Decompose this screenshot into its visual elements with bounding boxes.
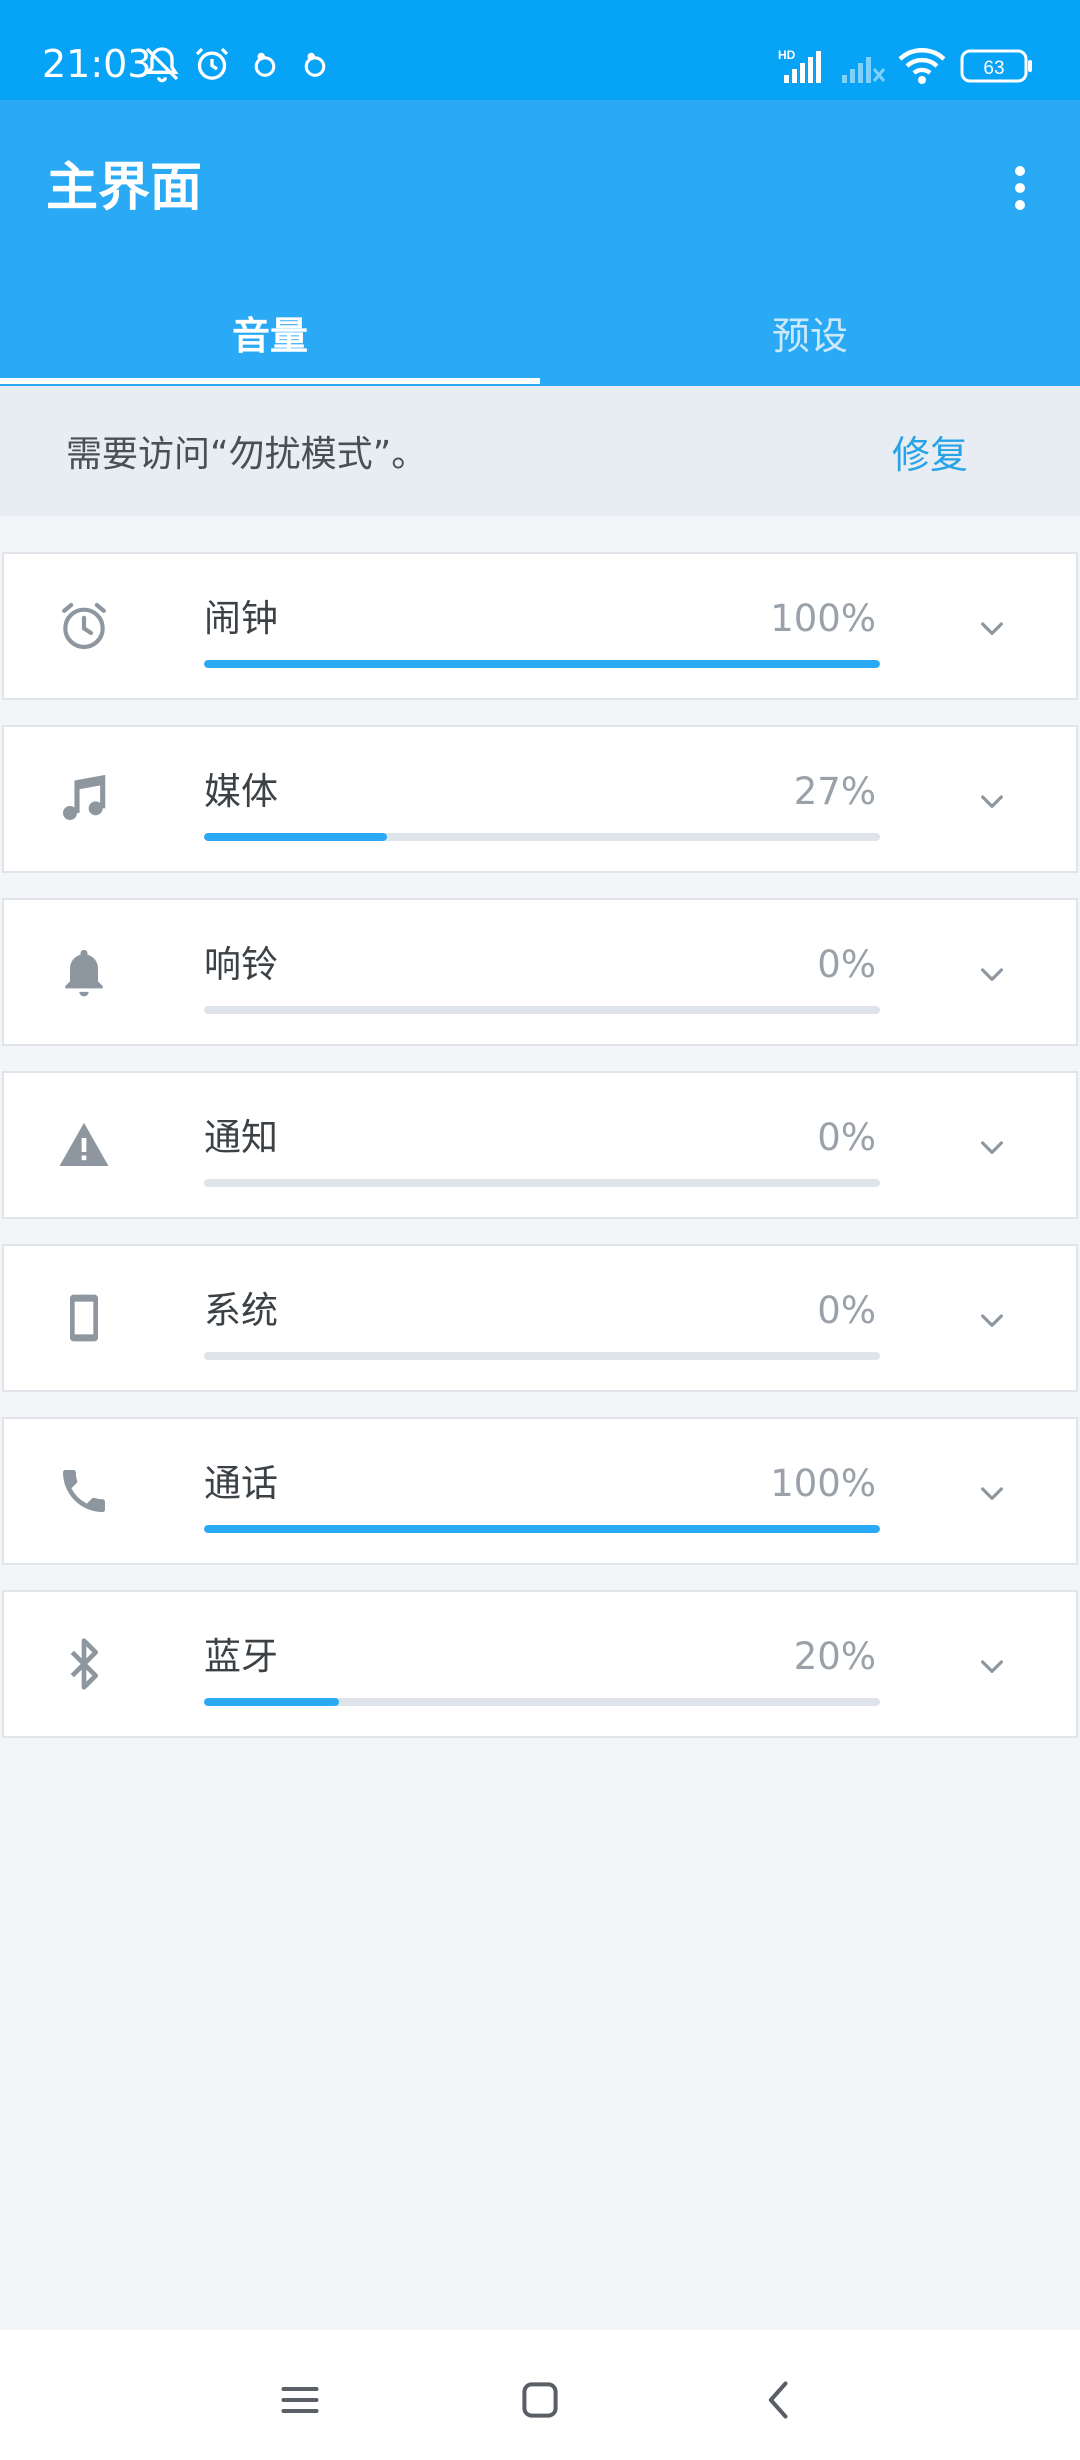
volume-row-system[interactable]: 系统 0% (2, 1244, 1078, 1392)
signal-hd-icon: HD (778, 46, 828, 86)
system-nav-bar (0, 2330, 1080, 2460)
bell-icon (56, 944, 112, 1000)
volume-value: 27% (793, 770, 876, 813)
volume-label: 蓝牙 (204, 1635, 278, 1678)
volume-value: 20% (793, 1635, 876, 1678)
bluetooth-icon (56, 1636, 112, 1692)
volume-value: 100% (770, 1462, 876, 1505)
volume-value: 0% (817, 1116, 876, 1159)
volume-slider[interactable] (204, 833, 880, 841)
back-icon[interactable] (740, 2360, 820, 2440)
volume-value: 100% (770, 597, 876, 640)
volume-row-bluetooth[interactable]: 蓝牙 20% (2, 1590, 1078, 1738)
volume-label: 闹钟 (204, 597, 278, 640)
volume-row-call[interactable]: 通话 100% (2, 1417, 1078, 1565)
battery-level: 63 (983, 58, 1004, 79)
chevron-down-icon[interactable] (972, 1300, 1012, 1340)
more-vert-icon (1015, 166, 1025, 176)
volume-slider[interactable] (204, 1179, 880, 1187)
volume-slider[interactable] (204, 1698, 880, 1706)
page-title: 主界面 (46, 158, 203, 218)
volume-row-ringer[interactable]: 响铃 0% (2, 898, 1078, 1046)
volume-slider[interactable] (204, 1525, 880, 1533)
volume-row-notification[interactable]: 通知 0% (2, 1071, 1078, 1219)
dnd-access-banner: 需要访问“勿扰模式”。 修复 (0, 386, 1080, 516)
volume-label: 通知 (204, 1116, 278, 1159)
tab-presets[interactable]: 预设 (540, 278, 1080, 386)
mute-notification-icon (142, 44, 182, 84)
chevron-down-icon[interactable] (972, 1127, 1012, 1167)
menu-icon[interactable] (260, 2360, 340, 2440)
app-notification-icon-2 (300, 44, 330, 84)
chevron-down-icon[interactable] (972, 1646, 1012, 1686)
phone-call-icon (56, 1463, 112, 1519)
volume-label: 系统 (204, 1289, 278, 1332)
volume-slider-fill (204, 660, 880, 668)
app-notification-icon (250, 44, 280, 84)
chevron-down-icon[interactable] (972, 954, 1012, 994)
volume-slider-fill (204, 833, 387, 841)
volume-label: 响铃 (204, 943, 278, 986)
app-bar: 主界面 音量 预设 (0, 100, 1080, 386)
volume-slider[interactable] (204, 660, 880, 668)
music-note-icon (56, 771, 112, 827)
alarm-icon (192, 44, 232, 84)
battery-icon: 63 (960, 46, 1034, 86)
network-type-label: HD (778, 48, 796, 62)
fix-button[interactable]: 修复 (892, 424, 968, 479)
volume-slider[interactable] (204, 1352, 880, 1360)
volume-row-media[interactable]: 媒体 27% (2, 725, 1078, 873)
chevron-down-icon[interactable] (972, 1473, 1012, 1513)
signal-no-service-icon (838, 46, 888, 86)
status-time: 21:03 (42, 42, 152, 86)
volume-row-alarm[interactable]: 闹钟 100% (2, 552, 1078, 700)
banner-message: 需要访问“勿扰模式”。 (66, 434, 428, 475)
volume-value: 0% (817, 943, 876, 986)
volume-slider[interactable] (204, 1006, 880, 1014)
status-bar: 21:03 HD 63 (0, 0, 1080, 100)
alarm-clock-icon (56, 598, 112, 654)
tab-indicator (0, 378, 540, 384)
chevron-down-icon[interactable] (972, 781, 1012, 821)
warning-icon (56, 1117, 112, 1173)
more-options-button[interactable] (984, 144, 1056, 232)
chevron-down-icon[interactable] (972, 608, 1012, 648)
wifi-icon (898, 46, 946, 86)
home-icon[interactable] (500, 2360, 580, 2440)
volume-slider-fill (204, 1698, 340, 1706)
volume-slider-fill (204, 1525, 880, 1533)
volume-value: 0% (817, 1289, 876, 1332)
volume-label: 通话 (204, 1462, 278, 1505)
volume-label: 媒体 (204, 770, 278, 813)
phone-device-icon (56, 1290, 112, 1346)
tab-volume[interactable]: 音量 (0, 278, 540, 386)
